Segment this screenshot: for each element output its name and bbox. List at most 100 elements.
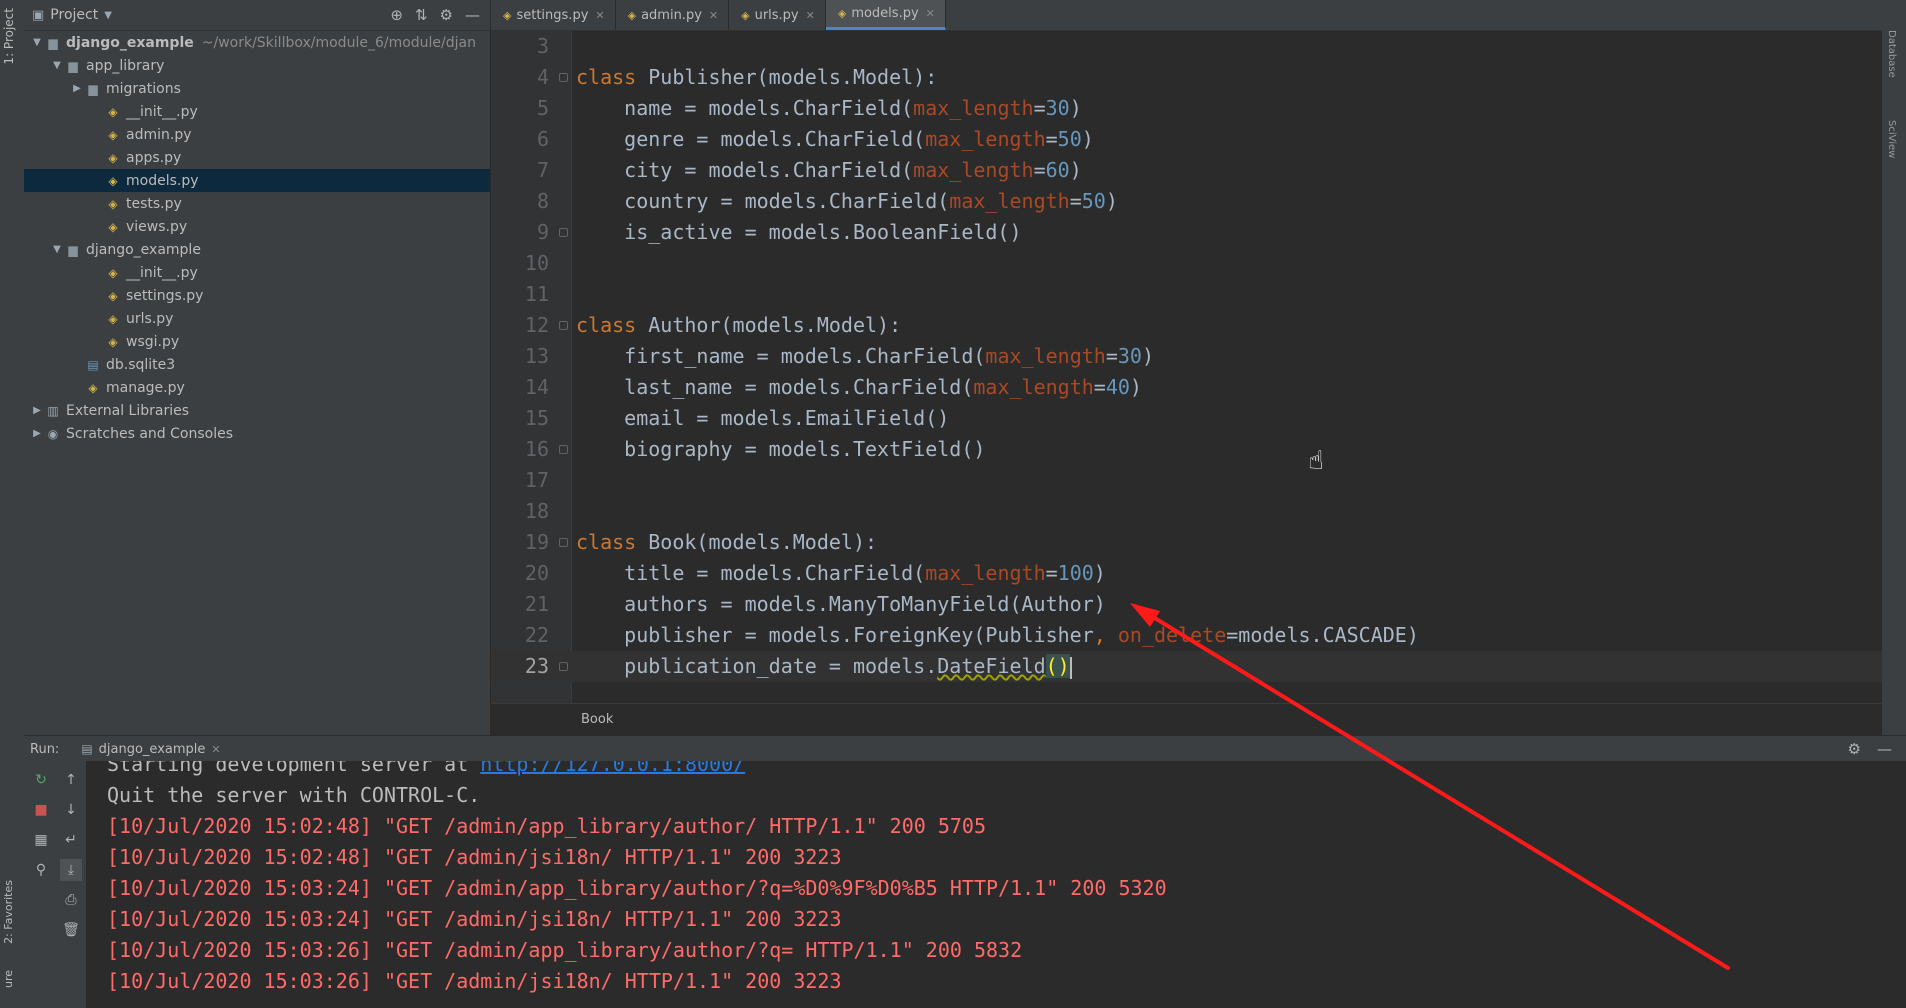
close-icon[interactable]: ✕ [806,9,815,22]
folder-icon: ▆ [88,81,98,96]
run-console-output[interactable]: Starting development server at http://12… [87,761,1906,1008]
chevron-down-icon[interactable]: ▼ [50,244,64,255]
editor-tab[interactable]: ◈ settings.py ✕ [491,0,616,30]
run-tab-django-example[interactable]: ▤ django_example ✕ [81,742,220,757]
code-token: max_length [973,375,1094,399]
tree-item-label: Scratches and Consoles [66,425,233,442]
code-token: ) [1081,127,1094,151]
run-panel-header: Run: ▤ django_example ✕ ⚙ — [24,735,1906,762]
code-token: DateField [937,654,1046,678]
trash-icon[interactable]: 🗑 [60,919,82,941]
tree-item[interactable]: ◈ admin.py [24,123,490,146]
arrow-down-icon[interactable]: ↓ [60,799,82,821]
scroll-to-end-icon[interactable]: ⤓ [60,859,82,881]
tree-item[interactable]: ▤ db.sqlite3 [24,353,490,376]
chevron-down-icon[interactable]: ▼ [50,60,64,71]
tree-item[interactable]: ▶ ▥ External Libraries [24,399,490,422]
line-number: 10 [524,251,549,275]
line-number: 23 [524,654,549,678]
sciview-tool-tab[interactable]: SciView [1886,120,1897,158]
server-url-link[interactable]: http://127.0.0.1:8000/ [480,761,745,776]
fold-marker-icon[interactable] [559,228,568,237]
editor-tab[interactable]: ◈ urls.py ✕ [729,0,826,30]
python-file-icon: ◈ [108,219,118,234]
project-panel: ▣ Project ▼ ⊕ ⇅ ⚙ — ▼ ▆ django_example ~/wo… [24,0,491,735]
chevron-right-icon[interactable]: ▶ [30,428,44,439]
chevron-down-icon[interactable]: ▼ [104,10,112,21]
tree-item-label: views.py [126,218,188,235]
fold-marker-icon[interactable] [559,321,568,330]
editor-tab-bar: ◈ settings.py ✕ ◈ admin.py ✕ ◈ urls.py ✕ ◈ models.… [491,0,1882,31]
tab-label: admin.py [641,7,702,23]
breadcrumb-item-book[interactable]: Book [581,712,613,727]
console-text: [10/Jul/2020 15:03:26] "GET /admin/jsi18… [107,969,842,993]
hide-panel-icon[interactable]: — [1877,740,1892,758]
tree-item[interactable]: ◈ settings.py [24,284,490,307]
code-token: is_active = models.BooleanField() [576,220,1022,244]
print-icon[interactable]: ⎙ [60,889,82,911]
line-number: 15 [524,406,549,430]
soft-wrap-icon[interactable]: ↵ [60,829,82,851]
code-line: 15 email = models.EmailField() [491,403,1882,434]
python-file-icon: ◈ [837,7,847,20]
stop-icon[interactable]: ■ [30,799,52,821]
gear-icon[interactable]: ⚙ [1848,740,1861,758]
editor-tab[interactable]: ◈ models.py ✕ [825,0,946,30]
line-number: 5 [536,96,549,120]
tree-item[interactable]: ◈ manage.py [24,376,490,399]
rerun-icon[interactable]: ↻ [30,769,52,791]
tree-item[interactable]: ◈ __init__.py [24,100,490,123]
tree-item[interactable]: ◈ apps.py [24,146,490,169]
chevron-down-icon[interactable]: ▼ [30,37,44,48]
tree-item[interactable]: ◈ urls.py [24,307,490,330]
favorites-tool-tab[interactable]: 2: Favorites [2,880,15,944]
close-icon[interactable]: ✕ [211,743,220,756]
project-tool-tab[interactable]: 1: Project [2,8,16,65]
tree-item[interactable]: ◈ wsgi.py [24,330,490,353]
database-tool-tab[interactable]: Database [1886,30,1897,78]
close-icon[interactable]: ✕ [595,9,604,22]
structure-tool-tab[interactable]: ure [2,970,15,988]
tree-item[interactable]: ◈ views.py [24,215,490,238]
fold-marker-icon[interactable] [559,445,568,454]
tree-item[interactable]: ▼ ▆ app_library [24,54,490,77]
fold-marker-icon[interactable] [559,538,568,547]
arrow-up-icon[interactable]: ↑ [60,769,82,791]
chevron-right-icon[interactable]: ▶ [70,83,84,94]
code-editor[interactable]: 3 4 class Publisher(models.Model): 5 name =… [491,31,1882,703]
close-icon[interactable]: ✕ [926,7,935,20]
python-file-icon: ◈ [108,311,118,326]
database-icon: ▤ [87,357,99,372]
project-panel-title[interactable]: Project [50,7,98,23]
code-text: name = models.CharField(max_length=30) [576,93,1082,124]
code-text: is_active = models.BooleanField() [576,217,1022,248]
tree-item[interactable]: ◈ __init__.py [24,261,490,284]
code-token: Publisher(models.Model): [648,65,938,89]
chevron-right-icon[interactable]: ▶ [30,405,44,416]
locate-file-icon[interactable]: ⊕ [390,6,403,24]
pin-icon[interactable]: ⚲ [30,859,52,881]
gear-icon[interactable]: ⚙ [440,6,453,24]
editor-tab[interactable]: ◈ admin.py ✕ [616,0,730,30]
fold-marker-icon[interactable] [559,662,568,671]
tree-item[interactable]: ◈ tests.py [24,192,490,215]
console-text: [10/Jul/2020 15:03:26] "GET /admin/app_l… [107,938,1023,962]
close-icon[interactable]: ✕ [709,9,718,22]
code-token: 50 [1057,127,1082,151]
code-token: class [576,65,649,89]
code-text: country = models.CharField(max_length=50… [576,186,1118,217]
collapse-all-icon[interactable]: ⇅ [415,6,428,24]
tree-item[interactable]: ▶ ▆ migrations [24,77,490,100]
tree-item[interactable]: ▼ ▆ django_example [24,238,490,261]
code-token: 60 [1045,158,1070,182]
code-token: = [1033,96,1046,120]
fold-marker-icon[interactable] [559,73,568,82]
code-line: 21 authors = models.ManyToManyField(Auth… [491,589,1882,620]
tree-item-path: ~/work/Skillbox/module_6/module/djan [201,34,476,51]
project-panel-header: ▣ Project ▼ ⊕ ⇅ ⚙ — [24,0,490,31]
tree-item[interactable]: ◈ models.py [24,169,490,192]
tree-item[interactable]: ▶ ◉ Scratches and Consoles [24,422,490,445]
tree-item[interactable]: ▼ ▆ django_example ~/work/Skillbox/module_6… [24,31,490,54]
hide-panel-icon[interactable]: — [465,6,480,24]
restore-layout-icon[interactable]: ▦ [30,829,52,851]
